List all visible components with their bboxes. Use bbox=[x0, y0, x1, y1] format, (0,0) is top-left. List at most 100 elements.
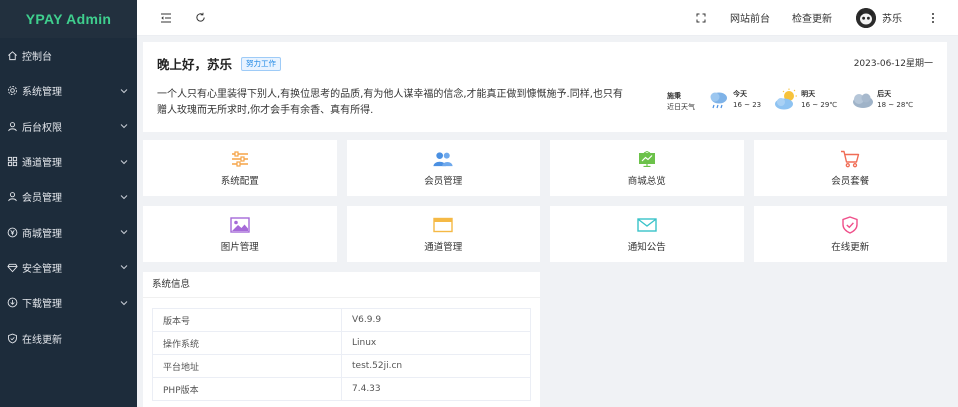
topbar: 网站前台 检查更新 苏乐 bbox=[137, 0, 958, 36]
welcome-card: 晚上好，苏乐 努力工作 2023-06-12星期一 一个人只有心里装得下别人,有… bbox=[143, 42, 947, 132]
quick-member-packages[interactable]: 会员套餐 bbox=[753, 140, 947, 196]
sidebar: YPAY Admin 控制台 系统管理 后台权限 通道管理 会员管理 商城管理 … bbox=[0, 0, 137, 407]
table-cell-key: 平台地址 bbox=[152, 354, 342, 378]
motto-text: 一个人只有心里装得下别人,有换位思考的品质,有为他人谋幸福的信念,才能真正做到慷… bbox=[157, 89, 623, 116]
greeting-title: 晚上好，苏乐 bbox=[157, 57, 233, 72]
yen-icon bbox=[6, 226, 18, 238]
download-icon bbox=[6, 297, 18, 309]
quick-access-grid: 系统配置 会员管理 商城总览 会员套餐 图片管理 通道管理 通知公告 在线更新 bbox=[143, 140, 947, 262]
fullscreen-icon[interactable] bbox=[694, 11, 708, 25]
sidebar-item-admin-permissions[interactable]: 后台权限 bbox=[0, 109, 137, 144]
sidebar-item-label: 下载管理 bbox=[22, 299, 62, 311]
quick-label: 会员管理 bbox=[424, 175, 463, 187]
quick-label: 系统配置 bbox=[220, 175, 259, 187]
quick-member-management[interactable]: 会员管理 bbox=[346, 140, 540, 196]
card-icon bbox=[433, 216, 453, 234]
site-front-link[interactable]: 网站前台 bbox=[730, 10, 770, 25]
weather-day-range: 16 ~ 29℃ bbox=[801, 101, 838, 109]
refresh-icon[interactable] bbox=[193, 11, 207, 25]
quick-label: 通知公告 bbox=[627, 241, 666, 253]
sidebar-item-mall[interactable]: 商城管理 bbox=[0, 214, 137, 249]
quick-label: 通道管理 bbox=[424, 241, 463, 253]
weather-widget: 施秉 近日天气 今天 16 ~ 23 明天 16 ~ 29℃ 后天 18 ~ 2… bbox=[667, 88, 925, 113]
mail-icon bbox=[637, 216, 657, 234]
table-row: PHP版本 7.4.33 bbox=[152, 377, 531, 401]
quick-image-management[interactable]: 图片管理 bbox=[143, 206, 337, 262]
sidebar-item-label: 控制台 bbox=[22, 52, 52, 64]
table-row: 操作系统 Linux bbox=[152, 331, 531, 355]
image-icon bbox=[230, 216, 250, 234]
chevron-down-icon bbox=[119, 227, 129, 237]
quick-notices[interactable]: 通知公告 bbox=[550, 206, 744, 262]
check-update-link[interactable]: 检查更新 bbox=[792, 10, 832, 25]
chart-board-icon bbox=[637, 150, 657, 168]
sidebar-item-dashboard[interactable]: 控制台 bbox=[0, 38, 137, 73]
sidebar-item-members[interactable]: 会员管理 bbox=[0, 179, 137, 214]
weather-day-range: 18 ~ 28℃ bbox=[877, 101, 914, 109]
quick-online-update[interactable]: 在线更新 bbox=[753, 206, 947, 262]
grid-icon bbox=[6, 156, 18, 168]
quick-label: 商城总览 bbox=[627, 175, 666, 187]
system-info-card: 系统信息 版本号 V6.9.9 操作系统 Linux 平台地址 test.52j… bbox=[143, 272, 540, 407]
table-cell-value: Linux bbox=[341, 331, 531, 355]
weather-day-after-tomorrow: 后天 18 ~ 28℃ bbox=[849, 88, 913, 112]
status-badge: 努力工作 bbox=[241, 56, 282, 71]
sidebar-item-system[interactable]: 系统管理 bbox=[0, 73, 137, 108]
table-row: 平台地址 test.52ji.cn bbox=[152, 354, 531, 378]
sidebar-item-online-update[interactable]: 在线更新 bbox=[0, 320, 137, 355]
user-icon bbox=[6, 191, 18, 203]
gear-icon bbox=[6, 85, 18, 97]
quick-channel-management[interactable]: 通道管理 bbox=[346, 206, 540, 262]
table-cell-value: 7.4.33 bbox=[341, 377, 531, 401]
weather-day-tomorrow: 明天 16 ~ 29℃ bbox=[773, 88, 837, 112]
app-root: YPAY Admin 控制台 系统管理 后台权限 通道管理 会员管理 商城管理 … bbox=[0, 0, 958, 407]
weather-day-range: 16 ~ 23 bbox=[733, 101, 762, 109]
table-cell-value: V6.9.9 bbox=[341, 308, 531, 332]
current-date: 2023-06-12星期一 bbox=[853, 59, 933, 69]
user-name: 苏乐 bbox=[882, 14, 902, 25]
sidebar-item-label: 系统管理 bbox=[22, 87, 62, 99]
cart-icon bbox=[840, 150, 860, 168]
more-vertical-icon[interactable] bbox=[926, 11, 940, 25]
quick-mall-overview[interactable]: 商城总览 bbox=[550, 140, 744, 196]
table-cell-key: 操作系统 bbox=[152, 331, 342, 355]
table-cell-key: PHP版本 bbox=[152, 377, 342, 401]
chevron-down-icon bbox=[119, 192, 129, 202]
sidebar-item-label: 安全管理 bbox=[22, 263, 62, 275]
system-info-table: 版本号 V6.9.9 操作系统 Linux 平台地址 test.52ji.cn … bbox=[152, 308, 531, 401]
weather-day-name: 后天 bbox=[877, 90, 892, 98]
content: 晚上好，苏乐 努力工作 2023-06-12星期一 一个人只有心里装得下别人,有… bbox=[137, 36, 958, 407]
app-logo[interactable]: YPAY Admin bbox=[0, 0, 137, 38]
system-info-title: 系统信息 bbox=[143, 272, 540, 298]
sidebar-item-security[interactable]: 安全管理 bbox=[0, 250, 137, 285]
quick-label: 在线更新 bbox=[831, 241, 870, 253]
table-row: 版本号 V6.9.9 bbox=[152, 308, 531, 332]
shield-check-icon bbox=[840, 215, 860, 234]
chevron-down-icon bbox=[119, 298, 129, 308]
users-icon bbox=[433, 150, 453, 168]
sidebar-item-label: 通道管理 bbox=[22, 158, 62, 170]
sidebar-item-channels[interactable]: 通道管理 bbox=[0, 144, 137, 179]
menu-fold-icon[interactable] bbox=[159, 11, 173, 25]
weather-city: 施秉 bbox=[667, 92, 681, 100]
avatar bbox=[856, 7, 876, 28]
home-icon bbox=[6, 50, 18, 62]
sidebar-item-label: 会员管理 bbox=[22, 193, 62, 205]
sun-cloud-icon bbox=[775, 88, 798, 110]
main-area: 网站前台 检查更新 苏乐 晚上好，苏乐 努力工作 2023-06-12星期一 一… bbox=[137, 0, 958, 407]
sliders-icon bbox=[230, 150, 250, 168]
sidebar-menu: 控制台 系统管理 后台权限 通道管理 会员管理 商城管理 安全管理 下载管理 在… bbox=[0, 38, 137, 356]
weather-day-today: 今天 16 ~ 23 bbox=[705, 88, 761, 112]
table-cell-key: 版本号 bbox=[152, 308, 342, 332]
sidebar-item-downloads[interactable]: 下载管理 bbox=[0, 285, 137, 320]
user-menu[interactable]: 苏乐 bbox=[856, 7, 902, 28]
weather-subtitle: 近日天气 bbox=[667, 103, 695, 111]
quick-system-config[interactable]: 系统配置 bbox=[143, 140, 337, 196]
sidebar-item-label: 后台权限 bbox=[22, 122, 62, 134]
chevron-down-icon bbox=[119, 157, 129, 167]
shield-check-icon bbox=[6, 332, 18, 344]
sidebar-item-label: 在线更新 bbox=[22, 334, 62, 346]
weather-day-name: 今天 bbox=[733, 90, 747, 98]
weather-day-name: 明天 bbox=[801, 90, 816, 98]
quick-label: 会员套餐 bbox=[831, 175, 870, 187]
